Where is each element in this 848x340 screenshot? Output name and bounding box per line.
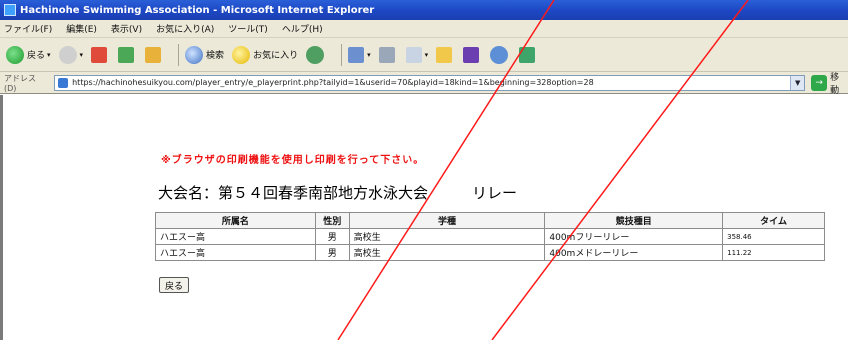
refresh-icon [118,46,135,63]
stop-icon [91,46,108,63]
people-icon [519,46,536,63]
favorites-label: お気に入り [253,51,299,61]
people-button[interactable] [519,46,538,63]
column-header-event: 競技種目 [544,212,724,229]
home-icon [145,46,162,63]
history-button[interactable] [306,45,327,64]
page-content: ※ブラウザの印刷機能を使用し印刷を行って下さい。 大会名：第５４回春季南部地方水… [0,95,848,340]
column-header-school-type: 学種 [348,212,546,229]
toolbar-separator [178,43,180,66]
toolbar: 戻る ▾ ▾ 検索 お気に入り ▾ ▾ [0,38,848,72]
favorites-button[interactable]: お気に入り [232,45,299,64]
meet-title: 大会名：第５４回春季南部地方水泳大会 [158,184,429,202]
window-title: Hachinohe Swimming Association - Microso… [20,4,375,16]
forward-button[interactable]: ▾ [58,45,84,64]
research-icon [463,46,480,63]
cell-time: 358.46 [722,228,825,245]
column-header-team: 所属名 [155,212,316,229]
cell-time: 111.22 [722,244,825,261]
address-input[interactable]: https://hachinohesuikyou.com/player_entr… [54,74,806,91]
table-row: ハエスー高 男 高校生 400mフリーリレー 358.46 [155,228,825,245]
go-label: 移動 [830,72,840,96]
cell-sex: 男 [314,228,350,245]
mail-button[interactable]: ▾ [348,46,371,63]
address-label: アドレス(D) [4,73,36,93]
messenger-icon [490,45,509,64]
table-row: ハエスー高 男 高校生 400mメドレーリレー 111.22 [155,244,825,261]
column-header-sex: 性別 [314,212,350,229]
search-button[interactable]: 検索 [185,45,225,64]
menu-tools[interactable]: ツール(T) [228,22,268,35]
back-page-button[interactable]: 戻る [159,277,190,293]
toolbar-separator [341,43,343,66]
menu-file[interactable]: ファイル(F) [4,22,52,35]
table-header-row: 所属名 性別 学種 競技種目 タイム [155,212,825,229]
messenger-button[interactable] [490,45,511,64]
chevron-down-icon: ▾ [424,50,429,59]
favorites-star-icon [232,45,251,64]
cell-school-type: 高校生 [348,228,546,245]
print-notice: ※ブラウザの印刷機能を使用し印刷を行って下さい。 [161,155,425,166]
search-icon [185,45,204,64]
page-icon [58,77,69,88]
ie-app-icon [4,4,16,16]
go-button[interactable]: → 移動 [811,70,848,96]
chevron-down-icon[interactable]: ▼ [790,75,805,90]
cell-team: ハエスー高 [155,228,316,245]
cell-event: 400mフリーリレー [544,228,724,245]
discuss-button[interactable] [436,46,455,63]
back-label: 戻る [27,51,46,61]
browser-window: Hachinohe Swimming Association - Microso… [0,0,848,340]
stop-button[interactable] [91,46,110,63]
forward-arrow-icon [58,45,77,64]
research-button[interactable] [463,46,482,63]
go-arrow-icon: → [811,74,828,91]
menu-bar: ファイル(F) 編集(E) 表示(V) お気に入り(A) ツール(T) ヘルプ(… [0,20,848,38]
history-icon [306,45,325,64]
address-url: https://hachinohesuikyou.com/player_entr… [72,78,594,87]
refresh-button[interactable] [118,46,137,63]
chevron-down-icon: ▾ [47,50,51,59]
folder-icon [436,46,453,63]
edit-button[interactable]: ▾ [405,46,429,63]
chevron-down-icon: ▾ [79,50,84,59]
print-button[interactable] [378,46,398,63]
print-icon [378,46,395,63]
cell-event: 400mメドレーリレー [544,244,724,261]
back-arrow-icon [6,45,24,64]
title-bar: Hachinohe Swimming Association - Microso… [0,0,848,20]
menu-edit[interactable]: 編集(E) [66,22,97,35]
cell-team: ハエスー高 [155,244,316,261]
chevron-down-icon: ▾ [367,50,371,59]
page-title: 大会名：第５４回春季南部地方水泳大会 リレー [158,182,517,203]
mail-icon [348,46,365,63]
cell-sex: 男 [314,244,350,261]
menu-help[interactable]: ヘルプ(H) [282,22,323,35]
cell-school-type: 高校生 [348,244,546,261]
results-table: 所属名 性別 学種 競技種目 タイム ハエスー高 男 高校生 400mフリーリレ… [155,212,825,261]
search-label: 検索 [206,51,225,61]
home-button[interactable] [145,46,164,63]
menu-view[interactable]: 表示(V) [111,22,142,35]
relay-label: リレー [472,184,518,202]
menu-favorites[interactable]: お気に入り(A) [156,22,214,35]
column-header-time: タイム [722,212,825,229]
edit-icon [405,46,422,63]
address-bar: アドレス(D) https://hachinohesuikyou.com/pla… [0,70,848,96]
back-button[interactable]: 戻る ▾ [6,45,51,64]
